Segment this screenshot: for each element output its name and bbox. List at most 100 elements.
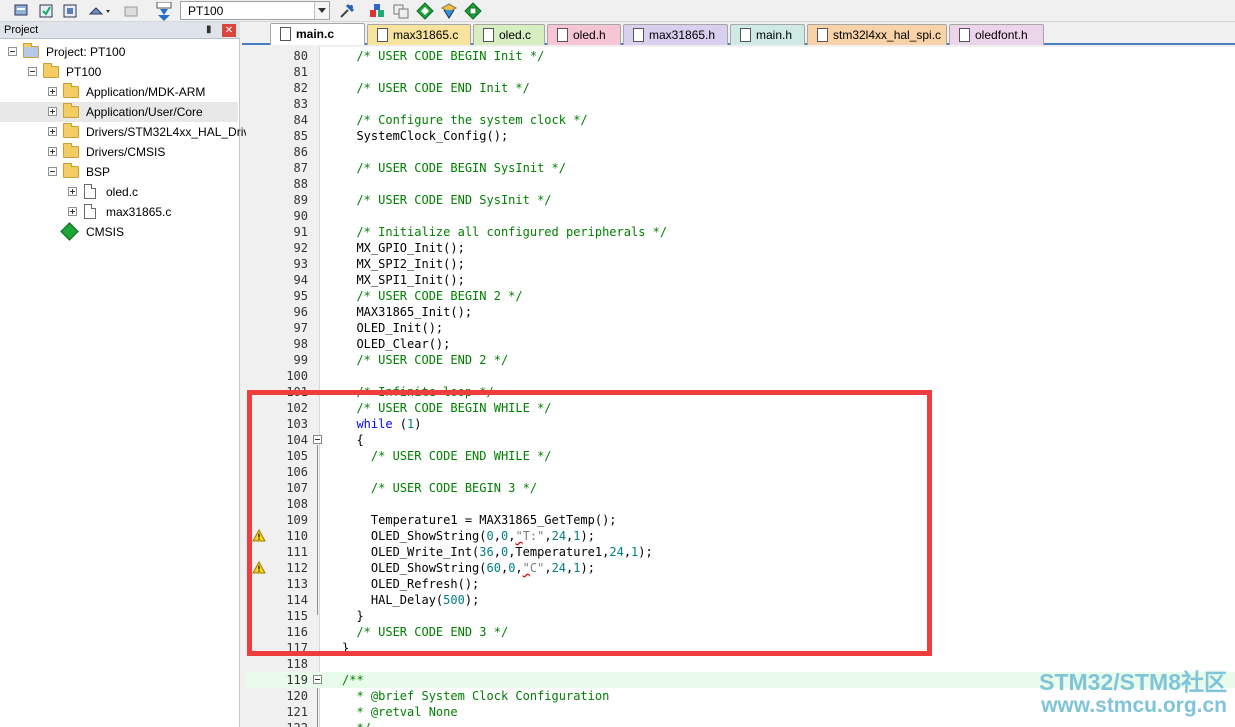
line-number: 114 bbox=[286, 593, 308, 607]
editor-tab[interactable]: main.c bbox=[270, 23, 365, 45]
code-line[interactable]: 102 /* USER CODE BEGIN WHILE */ bbox=[246, 400, 1235, 416]
expand-icon[interactable] bbox=[68, 187, 77, 196]
code-line[interactable]: 111 OLED_Write_Int(36,0,Temperature1,24,… bbox=[246, 544, 1235, 560]
code-line[interactable]: 104 { bbox=[246, 432, 1235, 448]
code-token: 500 bbox=[443, 593, 465, 607]
tree-item[interactable]: PT100 bbox=[0, 62, 238, 82]
collapse-icon[interactable] bbox=[48, 167, 57, 176]
code-line[interactable]: 113 OLED_Refresh(); bbox=[246, 576, 1235, 592]
code-line[interactable]: 100 bbox=[246, 368, 1235, 384]
code-line[interactable]: 95 /* USER CODE BEGIN 2 */ bbox=[246, 288, 1235, 304]
code-line[interactable]: 110 OLED_ShowString(0,0,"T:",24,1); bbox=[246, 528, 1235, 544]
tree-item[interactable]: BSP bbox=[0, 162, 238, 182]
document-icon bbox=[280, 27, 291, 41]
editor-tab[interactable]: main.h bbox=[730, 24, 805, 45]
code-line[interactable]: 89 /* USER CODE END SysInit */ bbox=[246, 192, 1235, 208]
document-icon bbox=[817, 28, 828, 42]
code-line[interactable]: 105 /* USER CODE END WHILE */ bbox=[246, 448, 1235, 464]
warning-icon[interactable] bbox=[252, 560, 266, 574]
pack-manager-icon[interactable] bbox=[464, 2, 482, 20]
manage-project-icon[interactable] bbox=[368, 2, 386, 20]
file-extensions-icon[interactable] bbox=[392, 2, 410, 20]
tree-item[interactable]: Drivers/CMSIS bbox=[0, 142, 238, 162]
expand-icon[interactable] bbox=[48, 147, 57, 156]
expand-icon[interactable] bbox=[48, 127, 57, 136]
target-options-icon[interactable] bbox=[338, 2, 356, 20]
code-line[interactable]: 90 bbox=[246, 208, 1235, 224]
code-line[interactable]: 92 MX_GPIO_Init(); bbox=[246, 240, 1235, 256]
code-text: */ bbox=[342, 720, 370, 727]
code-line[interactable]: 85 SystemClock_Config(); bbox=[246, 128, 1235, 144]
editor-tab[interactable]: oledfont.h bbox=[949, 24, 1044, 45]
tree-item[interactable]: max31865.c bbox=[0, 202, 238, 222]
tree-item[interactable]: oled.c bbox=[0, 182, 238, 202]
expand-icon[interactable] bbox=[48, 87, 57, 96]
code-line[interactable]: 96 MAX31865_Init(); bbox=[246, 304, 1235, 320]
editor-tab[interactable]: max31865.c bbox=[367, 24, 471, 45]
run-time-environment-icon[interactable] bbox=[416, 2, 434, 20]
code-line[interactable]: 103 while (1) bbox=[246, 416, 1235, 432]
expand-icon[interactable] bbox=[48, 107, 57, 116]
code-line[interactable]: 87 /* USER CODE BEGIN SysInit */ bbox=[246, 160, 1235, 176]
fold-toggle-icon[interactable] bbox=[313, 435, 322, 444]
code-line[interactable]: 82 /* USER CODE END Init */ bbox=[246, 80, 1235, 96]
line-number: 101 bbox=[286, 385, 308, 399]
code-line[interactable]: 83 bbox=[246, 96, 1235, 112]
code-line[interactable]: 106 bbox=[246, 464, 1235, 480]
code-line[interactable]: 80 /* USER CODE BEGIN Init */ bbox=[246, 48, 1235, 64]
code-line[interactable]: 94 MX_SPI1_Init(); bbox=[246, 272, 1235, 288]
batch-build-icon[interactable] bbox=[12, 2, 30, 20]
code-line[interactable]: 88 bbox=[246, 176, 1235, 192]
batch-icon[interactable] bbox=[87, 2, 110, 20]
code-line[interactable]: 99 /* USER CODE END 2 */ bbox=[246, 352, 1235, 368]
code-line[interactable]: 114 HAL_Delay(500); bbox=[246, 592, 1235, 608]
tree-item[interactable]: Application/MDK-ARM bbox=[0, 82, 238, 102]
watermark-url: www.stmcu.org.cn bbox=[1041, 694, 1227, 717]
code-line[interactable]: 115 } bbox=[246, 608, 1235, 624]
project-panel: Project ▮ ✕ Project: PT100 PT100 Applicati… bbox=[0, 22, 249, 727]
fold-toggle-icon[interactable] bbox=[313, 675, 322, 684]
editor-tab[interactable]: max31865.h bbox=[623, 24, 728, 45]
code-line[interactable]: 122 */ bbox=[246, 720, 1235, 727]
chevron-down-icon[interactable] bbox=[314, 2, 329, 19]
target-select[interactable]: PT100 bbox=[180, 1, 330, 20]
code-line[interactable]: 84 /* Configure the system clock */ bbox=[246, 112, 1235, 128]
code-line[interactable]: 108 bbox=[246, 496, 1235, 512]
code-token: * @brief System Clock Configuration bbox=[342, 689, 610, 703]
code-line[interactable]: 109 Temperature1 = MAX31865_GetTemp(); bbox=[246, 512, 1235, 528]
code-line[interactable]: 91 /* Initialize all configured peripher… bbox=[246, 224, 1235, 240]
line-number: 104 bbox=[286, 433, 308, 447]
pack-installer-icon[interactable] bbox=[440, 2, 458, 20]
expand-icon[interactable] bbox=[68, 207, 77, 216]
pin-icon[interactable]: ▮ bbox=[206, 24, 216, 36]
code-line[interactable]: 117} bbox=[246, 640, 1235, 656]
code-line[interactable]: 97 OLED_Init(); bbox=[246, 320, 1235, 336]
tree-item[interactable]: Drivers/STM32L4xx_HAL_Driv bbox=[0, 122, 249, 142]
warning-icon[interactable] bbox=[252, 528, 266, 542]
code-line[interactable]: 86 bbox=[246, 144, 1235, 160]
editor-tab[interactable]: oled.h bbox=[547, 24, 621, 45]
stop-build-icon[interactable] bbox=[122, 2, 140, 20]
collapse-icon[interactable] bbox=[28, 67, 37, 76]
code-line[interactable]: 101 /* Infinite loop */ bbox=[246, 384, 1235, 400]
code-line[interactable]: 98 OLED_Clear(); bbox=[246, 336, 1235, 352]
tree-item[interactable]: Project: PT100 bbox=[0, 42, 238, 62]
close-icon[interactable]: ✕ bbox=[222, 24, 236, 37]
tree-item-label: Application/MDK-ARM bbox=[86, 85, 206, 99]
code-line[interactable]: 107 /* USER CODE BEGIN 3 */ bbox=[246, 480, 1235, 496]
collapse-icon[interactable] bbox=[8, 47, 17, 56]
code-line[interactable]: 112 OLED_ShowString(60,0,"C",24,1); bbox=[246, 560, 1235, 576]
download-icon[interactable] bbox=[155, 2, 173, 21]
code-token: , bbox=[544, 529, 552, 543]
editor-tab[interactable]: stm32l4xx_hal_spi.c bbox=[807, 24, 947, 45]
code-editor[interactable]: 80 /* USER CODE BEGIN Init */81 82 /* USE… bbox=[246, 47, 1235, 727]
tree-item[interactable]: CMSIS bbox=[0, 222, 238, 242]
code-line[interactable]: 93 MX_SPI2_Init(); bbox=[246, 256, 1235, 272]
document-icon bbox=[377, 28, 388, 42]
code-line[interactable]: 116 /* USER CODE END 3 */ bbox=[246, 624, 1235, 640]
editor-tab[interactable]: oled.c bbox=[473, 24, 545, 45]
tree-item[interactable]: Application/User/Core bbox=[0, 102, 238, 122]
rebuild-icon[interactable] bbox=[61, 2, 79, 20]
code-line[interactable]: 81 bbox=[246, 64, 1235, 80]
build-icon[interactable] bbox=[37, 2, 55, 20]
